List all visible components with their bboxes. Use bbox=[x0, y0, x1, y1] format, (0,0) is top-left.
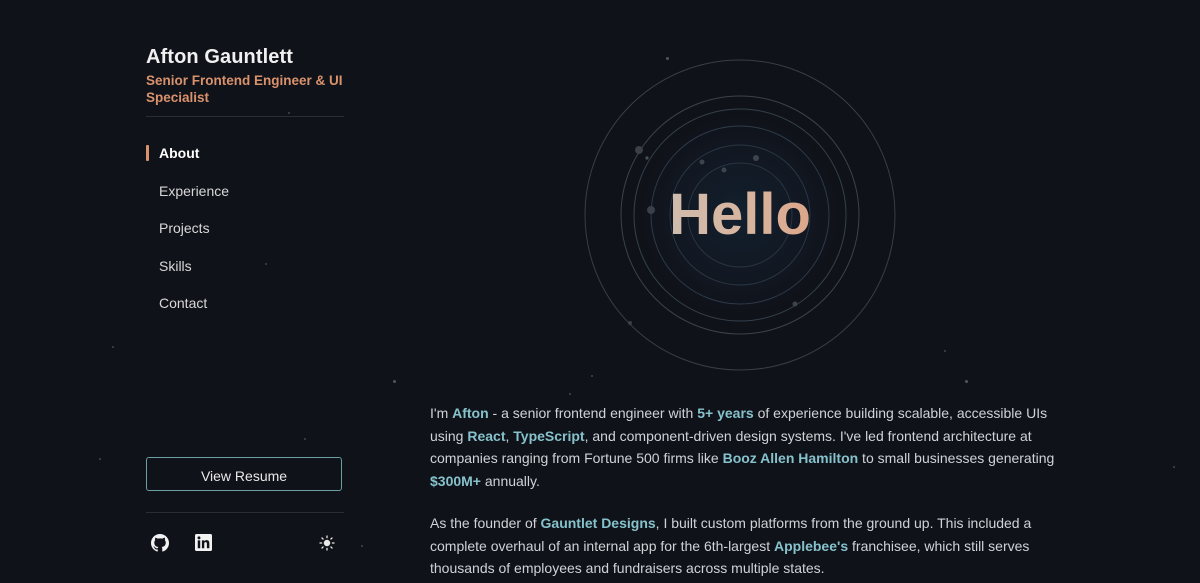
hello-hero: Hello bbox=[583, 58, 897, 372]
hello-heading: Hello bbox=[583, 58, 897, 372]
highlighted-text: React bbox=[467, 427, 506, 444]
star bbox=[944, 350, 946, 352]
about-section: I'm Afton - a senior frontend engineer w… bbox=[430, 402, 1060, 583]
sidebar-footer-divider bbox=[146, 512, 344, 513]
star bbox=[361, 545, 363, 547]
paragraph-text: I'm bbox=[430, 405, 453, 421]
star bbox=[99, 458, 101, 460]
github-icon[interactable] bbox=[151, 534, 171, 554]
view-resume-button[interactable]: View Resume bbox=[146, 457, 342, 491]
star bbox=[393, 380, 396, 383]
paragraph-text: - a senior frontend engineer with bbox=[488, 405, 698, 421]
portfolio-page: Afton Gauntlett Senior Frontend Engineer… bbox=[0, 0, 1200, 583]
linkedin-icon[interactable] bbox=[195, 534, 215, 554]
sun-icon[interactable] bbox=[319, 535, 337, 553]
paragraph-text: annually. bbox=[480, 472, 540, 489]
nav-item-experience[interactable]: Experience bbox=[146, 181, 344, 219]
star bbox=[112, 346, 114, 348]
highlighted-text: 5+ years bbox=[697, 405, 754, 421]
highlighted-text: Applebee's bbox=[773, 537, 849, 554]
nav-item-contact[interactable]: Contact bbox=[146, 293, 344, 331]
about-paragraph-2: As the founder of Gauntlet Designs, I bu… bbox=[430, 512, 1060, 580]
highlighted-text: Afton bbox=[452, 405, 489, 421]
paragraph-text: As the founder of bbox=[430, 515, 541, 531]
nav-item-skills[interactable]: Skills bbox=[146, 256, 344, 294]
highlighted-text: Gauntlet Designs bbox=[540, 515, 656, 531]
profile-name: Afton Gauntlett bbox=[146, 46, 294, 68]
paragraph-text: to small businesses generating bbox=[858, 450, 1055, 466]
about-paragraph-1: I'm Afton - a senior frontend engineer w… bbox=[430, 402, 1060, 492]
sidebar: Afton Gauntlett Senior Frontend Engineer… bbox=[146, 0, 344, 583]
nav-item-projects[interactable]: Projects bbox=[146, 218, 344, 256]
star bbox=[1173, 466, 1175, 468]
star bbox=[965, 380, 968, 383]
profile-title: Senior Frontend Engineer & UI Specialist bbox=[146, 73, 343, 105]
star bbox=[591, 375, 593, 377]
star bbox=[569, 393, 571, 395]
sidebar-nav: About Experience Projects Skills Contact bbox=[146, 143, 344, 331]
highlighted-text: Booz Allen Hamilton bbox=[722, 450, 859, 466]
highlighted-text: $300M+ bbox=[430, 472, 481, 489]
highlighted-text: TypeScript bbox=[513, 427, 585, 444]
sidebar-divider bbox=[146, 116, 344, 117]
nav-item-about[interactable]: About bbox=[146, 143, 344, 181]
